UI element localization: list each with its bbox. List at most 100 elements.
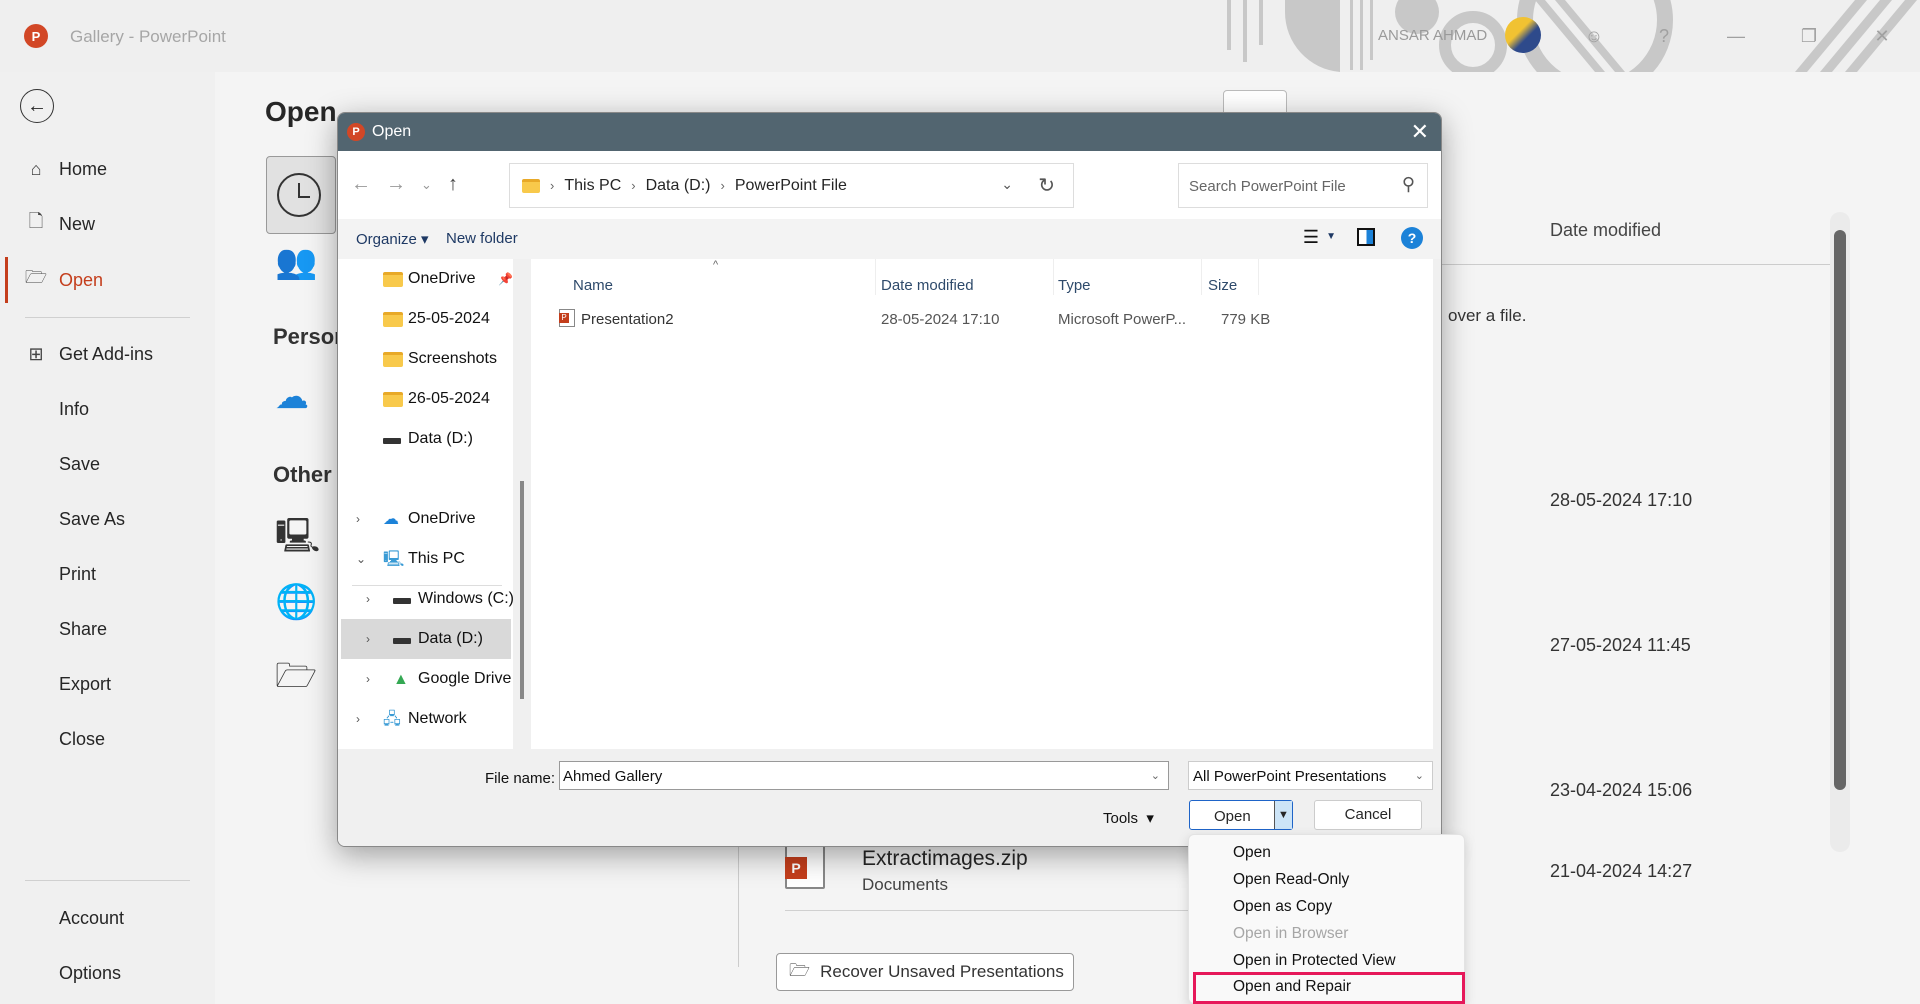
dialog-title-bar[interactable]: P Open ✕ — [338, 113, 1441, 151]
sidebar-item-export[interactable]: Export — [0, 664, 215, 704]
chevron-down-icon[interactable]: ⌄ — [1151, 769, 1160, 782]
row-divider — [785, 910, 1195, 911]
new-folder-button[interactable]: New folder — [446, 230, 518, 247]
dialog-close-button[interactable]: ✕ — [1411, 119, 1429, 145]
sidebar-item-options[interactable]: Options — [0, 953, 215, 993]
column-type[interactable]: Type — [1058, 277, 1091, 294]
tree-item-windows-c[interactable]: › Windows (C:) — [338, 579, 513, 619]
menu-item-open-as-copy[interactable]: Open as Copy — [1189, 893, 1464, 920]
drive-icon — [383, 438, 401, 444]
address-bar[interactable]: › This PC › Data (D:) › PowerPoint File … — [509, 163, 1074, 208]
onedrive-icon[interactable]: ☁ — [275, 377, 309, 417]
sidebar-divider — [25, 880, 190, 881]
tree-item-folder[interactable]: Screenshots — [338, 339, 513, 379]
chevron-right-icon: › — [366, 632, 370, 646]
open-options-dropdown[interactable]: ▼ — [1274, 801, 1292, 829]
file-name-input[interactable]: Ahmed Gallery ⌄ — [559, 761, 1169, 790]
menu-item-open[interactable]: Open — [1189, 839, 1464, 866]
back-arrow-icon[interactable]: ← — [351, 173, 371, 196]
cancel-button[interactable]: Cancel — [1314, 800, 1422, 830]
breadcrumb-data-d[interactable]: Data (D:) — [646, 177, 711, 195]
sidebar-item-get-add-ins[interactable]: ⊞ Get Add-ins — [0, 334, 215, 374]
folder-icon — [383, 311, 403, 327]
column-date-modified[interactable]: Date modified — [881, 277, 974, 294]
help-icon[interactable]: ? — [1401, 227, 1423, 249]
add-place-globe-icon[interactable]: 🌐 — [275, 582, 317, 622]
pin-icon[interactable]: 📌 — [498, 272, 513, 286]
folder-icon — [383, 271, 403, 287]
file-type-select[interactable]: All PowerPoint Presentations ⌄ — [1188, 761, 1433, 790]
tools-button[interactable]: Tools ▾ — [1103, 809, 1154, 827]
menu-item-open-protected-view[interactable]: Open in Protected View — [1189, 947, 1464, 974]
recent-scrollbar-thumb[interactable] — [1834, 230, 1846, 790]
refresh-icon[interactable]: ↻ — [1038, 173, 1055, 198]
chevron-right-icon: › — [366, 672, 370, 686]
recover-unsaved-button[interactable]: 🗁 Recover Unsaved Presentations — [776, 953, 1074, 991]
help-icon[interactable]: ? — [1650, 22, 1678, 50]
minimize-button[interactable]: — — [1722, 22, 1750, 50]
close-window-button[interactable]: ✕ — [1868, 22, 1896, 50]
tree-item-google-drive[interactable]: › ▲ Google Drive — [338, 659, 513, 699]
share-person-icon[interactable]: ☺ — [1580, 22, 1608, 50]
home-icon: ⌂ — [30, 158, 42, 179]
recent-locations-chevron-icon[interactable]: ⌄ — [421, 177, 432, 193]
page-title: Open — [265, 96, 337, 127]
sidebar-item-home[interactable]: ⌂ Home — [0, 149, 215, 189]
dialog-navbar: ← → ⌄ ↑ › This PC › Data (D:) › PowerPoi… — [338, 151, 1441, 219]
sidebar-item-save-as[interactable]: Save As — [0, 499, 215, 539]
open-button[interactable]: Open ▼ — [1189, 800, 1293, 830]
tree-item-folder[interactable]: 25-05-2024 — [338, 299, 513, 339]
file-row[interactable]: Presentation2 28-05-2024 17:10 Microsoft… — [531, 299, 1433, 335]
sidebar-item-close[interactable]: Close — [0, 719, 215, 759]
tree-item-network[interactable]: › 🖧 Network — [338, 699, 513, 739]
column-date-modified[interactable]: Date modified — [1550, 220, 1661, 241]
shared-people-icon[interactable]: 👥 — [275, 242, 317, 282]
up-arrow-icon[interactable]: ↑ — [448, 173, 458, 196]
column-name[interactable]: Name — [573, 277, 613, 294]
powerpoint-logo-icon: P — [24, 24, 48, 48]
tree-item-onedrive-pinned[interactable]: OneDrive 📌 — [338, 259, 513, 299]
sidebar-item-save[interactable]: Save — [0, 444, 215, 484]
browse-folder-icon[interactable]: 🗁 — [275, 652, 317, 709]
sidebar-item-info[interactable]: Info — [0, 389, 215, 429]
back-button[interactable]: ← — [20, 89, 54, 123]
view-dropdown-icon[interactable]: ▼ — [1326, 231, 1336, 242]
column-size[interactable]: Size — [1208, 277, 1237, 294]
menu-item-open-and-repair[interactable]: Open and Repair — [1193, 972, 1465, 1004]
recent-date: 21-04-2024 14:27 — [1550, 861, 1693, 881]
user-name[interactable]: ANSAR AHMAD — [1378, 27, 1487, 44]
dialog-footer: File name: Ahmed Gallery ⌄ All PowerPoin… — [338, 749, 1441, 846]
tree-scrollbar[interactable] — [520, 481, 524, 699]
drive-icon — [393, 638, 411, 644]
tree-item-drive[interactable]: Data (D:) — [338, 419, 513, 459]
tree-item-this-pc[interactable]: ⌄ 🖳 This PC — [338, 539, 513, 579]
address-dropdown-icon[interactable]: ⌄ — [1001, 176, 1013, 193]
window-title: Gallery - PowerPoint — [70, 27, 226, 46]
location-recent[interactable] — [266, 156, 336, 234]
tree-item-folder[interactable]: 26-05-2024 — [338, 379, 513, 419]
back-arrow-icon: ← — [27, 94, 47, 117]
menu-item-open-read-only[interactable]: Open Read-Only — [1189, 866, 1464, 893]
this-pc-icon[interactable]: 🖳 — [275, 512, 320, 569]
menu-item-open-in-browser: Open in Browser — [1233, 925, 1349, 942]
preview-pane-icon[interactable] — [1357, 228, 1375, 246]
sidebar-item-print[interactable]: Print — [0, 554, 215, 594]
search-icon: ⚲ — [1401, 174, 1415, 194]
sidebar-item-new[interactable]: 🗋 New — [0, 204, 215, 244]
navigation-tree: OneDrive 📌 25-05-2024 Screenshots 26-05-2… — [338, 259, 513, 749]
sidebar-item-open[interactable]: 🗁 Open — [0, 260, 215, 300]
file-name-label: File name: — [485, 770, 556, 787]
breadcrumb-powerpoint-file[interactable]: PowerPoint File — [735, 177, 847, 195]
restore-button[interactable]: ❐ — [1795, 22, 1823, 50]
search-input[interactable]: Search PowerPoint File ⚲ — [1178, 163, 1428, 208]
tree-item-onedrive[interactable]: › ☁ OneDrive — [338, 499, 513, 539]
user-avatar[interactable] — [1505, 17, 1541, 53]
breadcrumb-this-pc[interactable]: This PC — [564, 177, 621, 195]
sidebar-item-share[interactable]: Share — [0, 609, 215, 649]
sidebar-item-account[interactable]: Account — [0, 898, 215, 938]
organize-button[interactable]: Organize ▾ — [356, 230, 429, 248]
pptx-file-icon: P — [785, 845, 825, 889]
tree-item-data-d[interactable]: › Data (D:) — [341, 619, 511, 659]
forward-arrow-icon[interactable]: → — [386, 173, 406, 196]
view-list-icon[interactable]: ☰ — [1303, 227, 1319, 248]
